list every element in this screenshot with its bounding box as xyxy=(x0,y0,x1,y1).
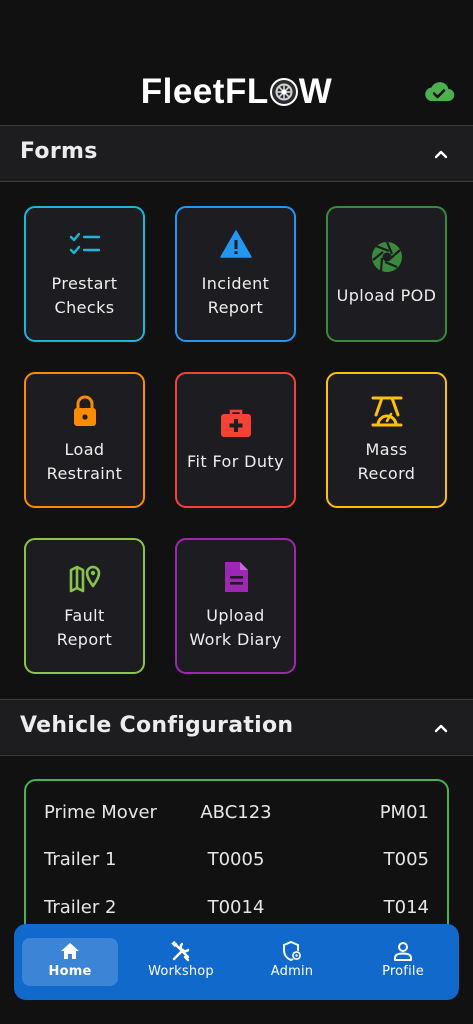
home-icon xyxy=(61,943,79,959)
person-icon xyxy=(394,942,412,961)
nav-home[interactable]: Home xyxy=(22,938,118,986)
document-icon xyxy=(224,562,248,592)
nav-workshop[interactable]: Workshop xyxy=(133,938,229,986)
scale-icon xyxy=(371,396,402,427)
vehicle-rego: T0014 xyxy=(207,897,265,918)
app-header: FleetFL W xyxy=(0,0,473,125)
tile-label: Upload Work Diary xyxy=(189,606,282,649)
vehicle-type: Trailer 2 xyxy=(44,897,117,918)
chevron-up-icon[interactable] xyxy=(433,146,449,162)
tile-label: Upload POD xyxy=(336,286,437,305)
fit-for-duty-tile[interactable]: Fit For Duty xyxy=(175,372,296,508)
prestart-checks-tile[interactable]: Prestart Checks xyxy=(24,206,145,342)
vehicle-rego: T0005 xyxy=(207,849,265,870)
logo-text-left: FleetFL xyxy=(140,72,269,111)
checklist-icon xyxy=(69,232,100,255)
nav-admin[interactable]: Admin xyxy=(244,938,340,986)
vehicle-row: Prime Mover ABC123 PM01 xyxy=(26,802,447,832)
vehicle-config-title: Vehicle Configuration xyxy=(20,713,294,738)
nav-label: Admin xyxy=(270,964,314,979)
forms-section-header[interactable]: Forms xyxy=(0,125,473,182)
vehicle-type: Prime Mover xyxy=(44,802,157,823)
vehicle-code: T014 xyxy=(383,897,429,918)
upload-pod-tile[interactable]: Upload POD xyxy=(326,206,447,342)
nav-label: Workshop xyxy=(148,964,214,979)
tile-label: Fit For Duty xyxy=(187,452,284,471)
vehicle-type: Trailer 1 xyxy=(44,849,117,870)
cloud-check-icon[interactable] xyxy=(423,79,455,103)
vehicle-code: T005 xyxy=(383,849,429,870)
tools-icon xyxy=(171,940,190,962)
app-logo: FleetFL W xyxy=(0,72,473,112)
tyre-icon xyxy=(269,78,298,106)
tile-label: Fault Report xyxy=(56,606,113,649)
camera-aperture-icon xyxy=(371,241,402,272)
vehicle-rego: ABC123 xyxy=(200,802,272,823)
incident-report-tile[interactable]: Incident Report xyxy=(175,206,296,342)
mass-record-tile[interactable]: Mass Record xyxy=(326,372,447,508)
forms-title: Forms xyxy=(20,139,98,164)
lock-icon xyxy=(73,395,96,426)
tile-label: Load Restraint xyxy=(46,440,123,483)
first-aid-kit-icon xyxy=(220,409,251,437)
logo-text-right: W xyxy=(298,72,333,111)
chevron-up-icon[interactable] xyxy=(433,720,449,736)
nav-label: Profile xyxy=(382,964,424,979)
shield-gear-icon xyxy=(283,940,302,962)
vehicle-row: Trailer 2 T0014 T014 xyxy=(26,897,447,927)
vehicle-code: PM01 xyxy=(379,802,429,823)
vehicle-row: Trailer 1 T0005 T005 xyxy=(26,849,447,879)
fault-report-tile[interactable]: Fault Report xyxy=(24,538,145,674)
vehicle-config-section-header[interactable]: Vehicle Configuration xyxy=(0,699,473,756)
bottom-nav: Home Workshop Admin Profile xyxy=(14,924,459,1000)
load-restraint-tile[interactable]: Load Restraint xyxy=(24,372,145,508)
nav-profile[interactable]: Profile xyxy=(355,938,451,986)
tile-label: Prestart Checks xyxy=(51,274,118,317)
warning-icon xyxy=(219,230,252,258)
upload-work-diary-tile[interactable]: Upload Work Diary xyxy=(175,538,296,674)
vehicle-config-card: Prime Mover ABC123 PM01 Trailer 1 T0005 … xyxy=(24,779,449,939)
tile-label: Mass Record xyxy=(357,440,416,483)
map-pin-route-icon xyxy=(69,565,100,593)
nav-label: Home xyxy=(48,964,92,979)
tile-label: Incident Report xyxy=(201,274,270,317)
